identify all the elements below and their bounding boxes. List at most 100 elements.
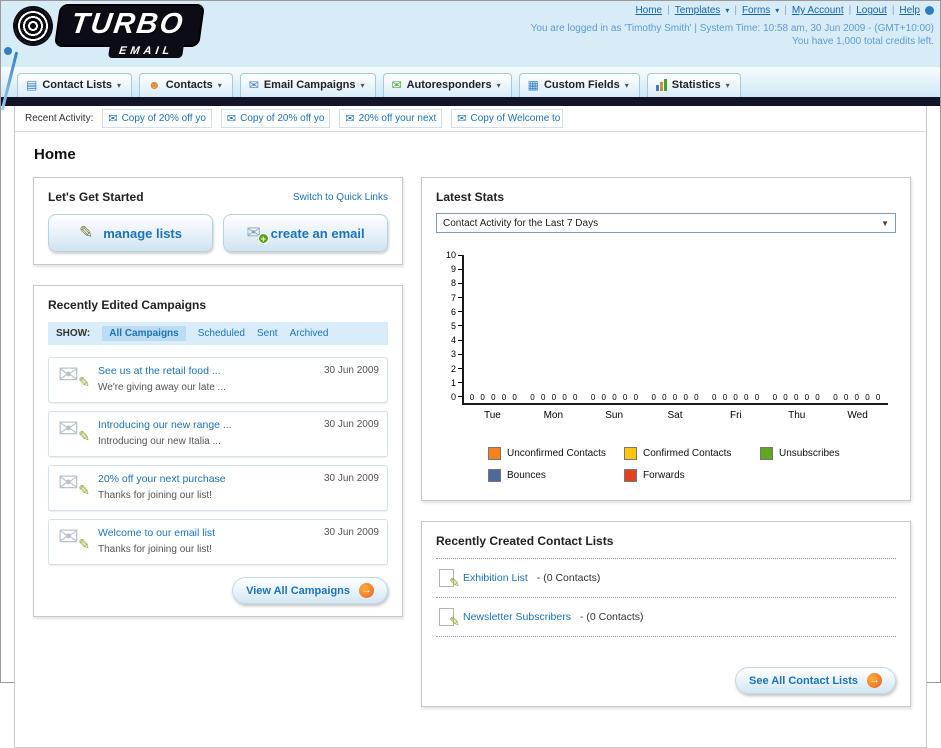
chevron-down-icon: ▾	[117, 80, 122, 90]
pencil-icon: ✎	[78, 223, 94, 242]
chart-x-labels: Tue Mon Sun Sat Fri Thu Wed	[462, 410, 888, 421]
legend-item: Forwards	[624, 469, 760, 482]
arrow-right-icon: →	[359, 583, 374, 598]
header-right: Home | Templates ▾ | Forms ▾ | My Accoun…	[531, 5, 934, 47]
filter-archived[interactable]: Archived	[290, 328, 329, 339]
chart-plot-area: 0 0 0 0 0 0 0 0 0 0 0 0 0 0 0 0 0 0 0 0 0 0 …	[462, 255, 888, 405]
contact-list-link[interactable]: Newsletter Subscribers	[463, 611, 571, 623]
campaign-title-link[interactable]: See us at the retail food ...	[98, 365, 315, 377]
stats-activity-select[interactable]: Contact Activity for the Last 7 Days ▼	[436, 213, 896, 233]
campaign-row: ✉ ✎ Introducing our new range ... Introdu…	[48, 411, 388, 457]
app-logo[interactable]: TURBO EMAIL	[8, 1, 206, 58]
campaign-envelope-icon: ✉ ✎	[58, 415, 90, 444]
campaign-subtitle: We're giving away our late ...	[98, 382, 226, 393]
legend-swatch-icon	[488, 447, 501, 460]
nav-help-link[interactable]: Help	[899, 5, 920, 16]
chart-value-group: 0 0 0 0 0	[651, 393, 701, 402]
tab-contact-lists[interactable]: ▤ Contact Lists ▾	[17, 73, 133, 97]
recent-activity-item[interactable]: ✉ Copy of Welcome to	[451, 109, 564, 128]
header: TURBO EMAIL Home | Templates ▾ | Forms ▾…	[0, 1, 940, 111]
switch-quick-links[interactable]: Switch to Quick Links	[293, 192, 388, 203]
chart-value-group: 0 0 0 0 0	[712, 393, 762, 402]
custom-fields-icon: ▦	[527, 78, 539, 92]
login-info: You are logged in as 'Timothy Smith' | S…	[530, 23, 934, 34]
recent-activity-item[interactable]: ✉ Copy of 20% off yo	[102, 109, 212, 128]
help-dot-icon	[925, 6, 934, 15]
chart-value-group: 0 0 0 0 0	[833, 393, 883, 402]
campaign-date: 30 Jun 2009	[323, 365, 379, 376]
envelope-icon: ✉	[345, 113, 355, 125]
legend-item: Confirmed Contacts	[624, 447, 760, 460]
filter-sent[interactable]: Sent	[257, 328, 278, 339]
see-all-contact-lists-button[interactable]: See All Contact Lists →	[734, 667, 896, 694]
chevron-down-icon: ▾	[360, 80, 365, 90]
page-title: Home	[34, 146, 76, 163]
chevron-down-icon: ▾	[624, 80, 629, 90]
nav-forms-link[interactable]: Forms	[742, 5, 770, 16]
chart-x-label: Sun	[605, 410, 624, 421]
chart-y-axis: 10 9 8 7 6 5 4 3 2 1 0	[438, 251, 462, 402]
campaign-row: ✉ ✎ See us at the retail food ... We're g…	[48, 357, 388, 403]
nav-home-link[interactable]: Home	[635, 5, 662, 16]
tab-email-campaigns[interactable]: ✉ Email Campaigns ▾	[239, 73, 376, 97]
logo-text: TURBO	[53, 4, 206, 47]
create-email-button[interactable]: ✉ + create an email	[223, 214, 388, 252]
campaign-envelope-icon: ✉ ✎	[58, 523, 90, 552]
campaign-envelope-icon: ✉ ✎	[58, 469, 90, 498]
chart-x-label: Sat	[667, 410, 683, 421]
contact-lists-icon: ▤	[26, 78, 38, 92]
manage-lists-button[interactable]: ✎ manage lists	[48, 214, 213, 252]
legend-swatch-icon	[624, 447, 637, 460]
dropdown-arrow-icon: ▼	[881, 218, 889, 228]
tab-autoresponders[interactable]: ✉ Autoresponders ▾	[382, 73, 512, 97]
contact-list-link[interactable]: Exhibition List	[463, 572, 528, 584]
view-all-campaigns-button[interactable]: View All Campaigns →	[232, 577, 388, 604]
chart-x-label: Wed	[847, 410, 868, 421]
contact-activity-chart: 10 9 8 7 6 5 4 3 2 1 0 0 0 0 0 00 0 0 0 00 0 0 0 0…	[438, 251, 888, 405]
chart-groups: 0 0 0 0 0 0 0 0 0 0 0 0 0 0 0 0 0 0 0 0 0 0 …	[464, 393, 888, 402]
chart-value-group: 0 0 0 0 0	[469, 393, 519, 402]
recent-activity-label: Recent Activity:	[25, 113, 94, 124]
logo-subtext: EMAIL	[108, 44, 185, 58]
campaign-subtitle: Introducing our new Italia ...	[98, 436, 221, 447]
campaign-subtitle: Thanks for joining our list!	[98, 490, 212, 501]
campaign-title-link[interactable]: Welcome to our email list	[98, 527, 315, 539]
legend-swatch-icon	[760, 447, 773, 460]
recent-contact-lists-panel: Recently Created Contact Lists Exhibitio…	[421, 521, 911, 707]
recent-activity-item[interactable]: ✉ 20% off your next	[339, 109, 443, 128]
campaign-row: ✉ ✎ 20% off your next purchase Thanks for…	[48, 465, 388, 511]
campaign-date: 30 Jun 2009	[323, 527, 379, 538]
nav-logout-link[interactable]: Logout	[856, 5, 887, 16]
campaign-title-link[interactable]: Introducing our new range ...	[98, 419, 315, 431]
campaign-subtitle: Thanks for joining our list!	[98, 544, 212, 555]
filter-all-campaigns[interactable]: All Campaigns	[102, 326, 186, 341]
logo-swoosh-dot	[4, 47, 12, 55]
arrow-right-icon: →	[867, 673, 882, 688]
campaign-title-link[interactable]: 20% off your next purchase	[98, 473, 315, 485]
chevron-down-icon: ▾	[775, 6, 780, 15]
campaigns-title: Recently Edited Campaigns	[48, 298, 207, 312]
contact-list-count: - (0 Contacts)	[579, 611, 644, 623]
nav-templates-link[interactable]: Templates	[675, 5, 721, 16]
legend-swatch-icon	[624, 469, 637, 482]
tab-custom-fields[interactable]: ▦ Custom Fields ▾	[518, 73, 640, 97]
campaign-date: 30 Jun 2009	[323, 419, 379, 430]
chevron-down-icon: ▾	[725, 80, 730, 90]
statistics-icon	[655, 79, 667, 91]
tab-contacts[interactable]: ☻ Contacts ▾	[139, 73, 233, 97]
chart-value-group: 0 0 0 0 0	[590, 393, 641, 402]
show-label: SHOW:	[56, 328, 91, 339]
contact-lists-title: Recently Created Contact Lists	[436, 534, 896, 559]
campaign-envelope-icon: ✉ ✎	[58, 361, 90, 390]
get-started-panel: Let's Get Started Switch to Quick Links …	[33, 177, 403, 265]
top-nav: Home | Templates ▾ | Forms ▾ | My Accoun…	[531, 5, 934, 16]
divider-bar	[1, 97, 940, 106]
filter-scheduled[interactable]: Scheduled	[198, 328, 245, 339]
contact-list-count: - (0 Contacts)	[536, 572, 601, 584]
autoresponders-icon: ✉	[391, 78, 402, 92]
tab-statistics[interactable]: Statistics ▾	[646, 73, 741, 97]
recent-activity-item[interactable]: ✉ Copy of 20% off yo	[220, 109, 331, 128]
campaign-date: 30 Jun 2009	[323, 473, 379, 484]
nav-my-account-link[interactable]: My Account	[792, 5, 844, 16]
main-content: Home Let's Get Started Switch to Quick L…	[15, 132, 926, 747]
